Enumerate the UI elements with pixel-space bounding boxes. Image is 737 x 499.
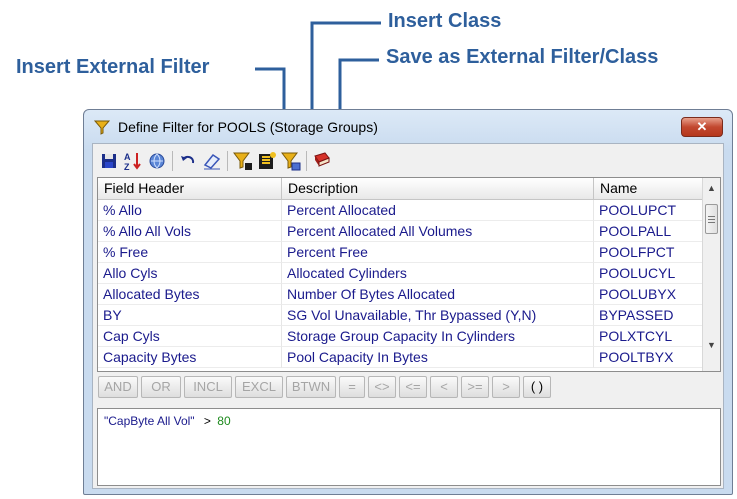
op-equals-button[interactable]: =	[339, 376, 365, 398]
cell-description: Number Of Bytes Allocated	[282, 284, 594, 305]
header-description[interactable]: Description	[282, 178, 594, 200]
dialog-body: AZ Field Header Description Name % Allo …	[92, 143, 724, 489]
cell-name: POOLPALL	[594, 221, 703, 242]
save-icon[interactable]	[97, 149, 121, 173]
undo-icon[interactable]	[176, 149, 200, 173]
op-and-button[interactable]: AND	[98, 376, 138, 398]
cell-name: POOLTBYX	[594, 347, 703, 368]
cell-field: % Allo	[98, 200, 282, 221]
cell-name: POOLUPCT	[594, 200, 703, 221]
cell-description: Allocated Cylinders	[282, 263, 594, 284]
op-excl-button[interactable]: EXCL	[235, 376, 283, 398]
cell-description: Percent Allocated	[282, 200, 594, 221]
op-not-equal-button[interactable]: <>	[368, 376, 396, 398]
svg-text:Z: Z	[124, 162, 130, 171]
scroll-thumb[interactable]	[705, 204, 718, 234]
save-as-external-filter-icon[interactable]	[279, 149, 303, 173]
book-icon[interactable]	[310, 149, 334, 173]
window-title: Define Filter for POOLS (Storage Groups)	[118, 119, 378, 135]
op-less-button[interactable]: <	[430, 376, 458, 398]
op-or-button[interactable]: OR	[141, 376, 181, 398]
insert-class-icon[interactable]	[255, 149, 279, 173]
define-filter-dialog: Define Filter for POOLS (Storage Groups)…	[83, 109, 733, 495]
op-incl-button[interactable]: INCL	[184, 376, 232, 398]
cell-field: % Free	[98, 242, 282, 263]
op-btwn-button[interactable]: BTWN	[286, 376, 336, 398]
table-row[interactable]: Allocated Bytes Number Of Bytes Allocate…	[98, 284, 703, 305]
cell-name: POLXTCYL	[594, 326, 703, 347]
table-row[interactable]: % Allo All Vols Percent Allocated All Vo…	[98, 221, 703, 242]
table-row[interactable]: BY SG Vol Unavailable, Thr Bypassed (Y,N…	[98, 305, 703, 326]
scroll-up-icon[interactable]: ▲	[703, 180, 720, 196]
cell-description: SG Vol Unavailable, Thr Bypassed (Y,N)	[282, 305, 594, 326]
cell-name: POOLUBYX	[594, 284, 703, 305]
filter-icon	[93, 119, 111, 140]
close-button[interactable]: ✕	[681, 117, 723, 137]
table-row[interactable]: % Allo Percent Allocated POOLUPCT	[98, 200, 703, 221]
cell-name: BYPASSED	[594, 305, 703, 326]
eraser-icon[interactable]	[200, 149, 224, 173]
cell-field: Cap Cyls	[98, 326, 282, 347]
globe-icon[interactable]	[145, 149, 169, 173]
cell-field: Allo Cyls	[98, 263, 282, 284]
cell-field: BY	[98, 305, 282, 326]
cell-description: Percent Allocated All Volumes	[282, 221, 594, 242]
cell-field: % Allo All Vols	[98, 221, 282, 242]
cell-field: Capacity Bytes	[98, 347, 282, 368]
expression-field: "CapByte All Vol"	[104, 414, 195, 428]
sort-icon[interactable]: AZ	[121, 149, 145, 173]
title-bar: Define Filter for POOLS (Storage Groups)…	[84, 110, 732, 144]
expression-value: 80	[217, 414, 231, 428]
cell-field: Allocated Bytes	[98, 284, 282, 305]
op-parens-button[interactable]: ( )	[523, 376, 551, 398]
cell-description: Storage Group Capacity In Cylinders	[282, 326, 594, 347]
table-row[interactable]: % Free Percent Free POOLFPCT	[98, 242, 703, 263]
fields-grid: Field Header Description Name % Allo Per…	[97, 177, 721, 372]
header-name[interactable]: Name	[594, 178, 703, 200]
toolbar: AZ	[97, 148, 334, 174]
table-row[interactable]: Cap Cyls Storage Group Capacity In Cylin…	[98, 326, 703, 347]
op-greater-equal-button[interactable]: >=	[461, 376, 489, 398]
vertical-scrollbar[interactable]: ▲ ▼	[702, 178, 720, 371]
header-field[interactable]: Field Header	[98, 178, 282, 200]
operator-buttons: AND OR INCL EXCL BTWN = <> <= < >= > ( )	[98, 376, 554, 398]
table-row[interactable]: Allo Cyls Allocated Cylinders POOLUCYL	[98, 263, 703, 284]
insert-external-filter-icon[interactable]	[231, 149, 255, 173]
cell-name: POOLFPCT	[594, 242, 703, 263]
op-greater-button[interactable]: >	[492, 376, 520, 398]
filter-expression-editor[interactable]: "CapByte All Vol" > 80	[97, 408, 721, 486]
svg-text:A: A	[124, 152, 131, 162]
scroll-down-icon[interactable]: ▼	[703, 337, 720, 353]
expression-operator: >	[203, 414, 211, 428]
cell-description: Percent Free	[282, 242, 594, 263]
op-less-equal-button[interactable]: <=	[399, 376, 427, 398]
cell-description: Pool Capacity In Bytes	[282, 347, 594, 368]
cell-name: POOLUCYL	[594, 263, 703, 284]
table-row[interactable]: Capacity Bytes Pool Capacity In Bytes PO…	[98, 347, 703, 368]
